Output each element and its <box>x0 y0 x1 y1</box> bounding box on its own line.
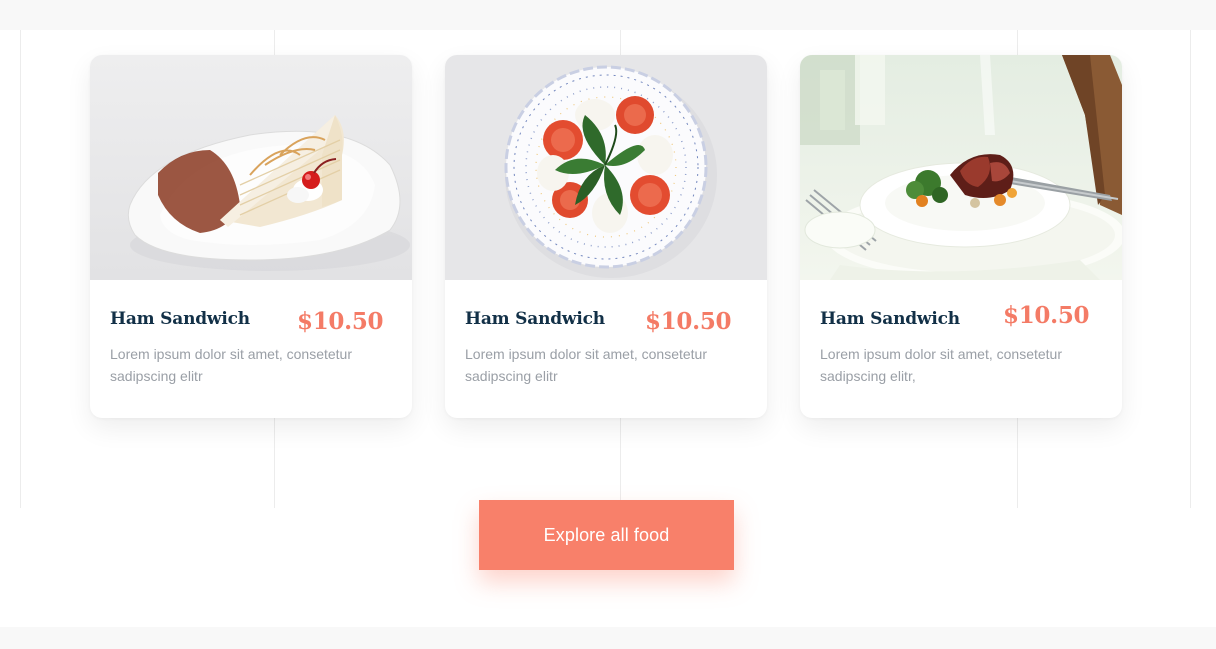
food-card[interactable]: Ham Sandwich $10.50 Lorem ipsum dolor si… <box>800 55 1122 418</box>
grid-line <box>20 30 21 508</box>
cake-slice-photo <box>90 55 412 280</box>
caprese-salad-photo <box>445 55 767 280</box>
card-price: $10.50 <box>297 308 384 335</box>
explore-all-food-button[interactable]: Explore all food <box>479 500 734 570</box>
bottom-section-strip <box>0 627 1216 649</box>
top-section-strip <box>0 0 1216 30</box>
grid-line <box>1190 30 1191 508</box>
card-description: Lorem ipsum dolor sit amet, consetetur s… <box>820 346 1062 384</box>
card-description: Lorem ipsum dolor sit amet, consetetur s… <box>465 346 707 384</box>
card-price: $10.50 <box>1003 302 1090 329</box>
card-title: Ham Sandwich <box>820 309 960 329</box>
food-card[interactable]: Ham Sandwich $10.50 Lorem ipsum dolor si… <box>445 55 767 418</box>
steak-plate-photo <box>800 55 1122 280</box>
card-body: Ham Sandwich $10.50 Lorem ipsum dolor si… <box>90 280 412 418</box>
food-card[interactable]: Ham Sandwich $10.50 Lorem ipsum dolor si… <box>90 55 412 418</box>
card-title: Ham Sandwich <box>110 309 250 329</box>
card-price: $10.50 <box>645 308 732 335</box>
card-description: Lorem ipsum dolor sit amet, consetetur s… <box>110 346 352 384</box>
card-title: Ham Sandwich <box>465 309 605 329</box>
card-body: Ham Sandwich $10.50 Lorem ipsum dolor si… <box>800 280 1122 418</box>
card-body: Ham Sandwich $10.50 Lorem ipsum dolor si… <box>445 280 767 418</box>
